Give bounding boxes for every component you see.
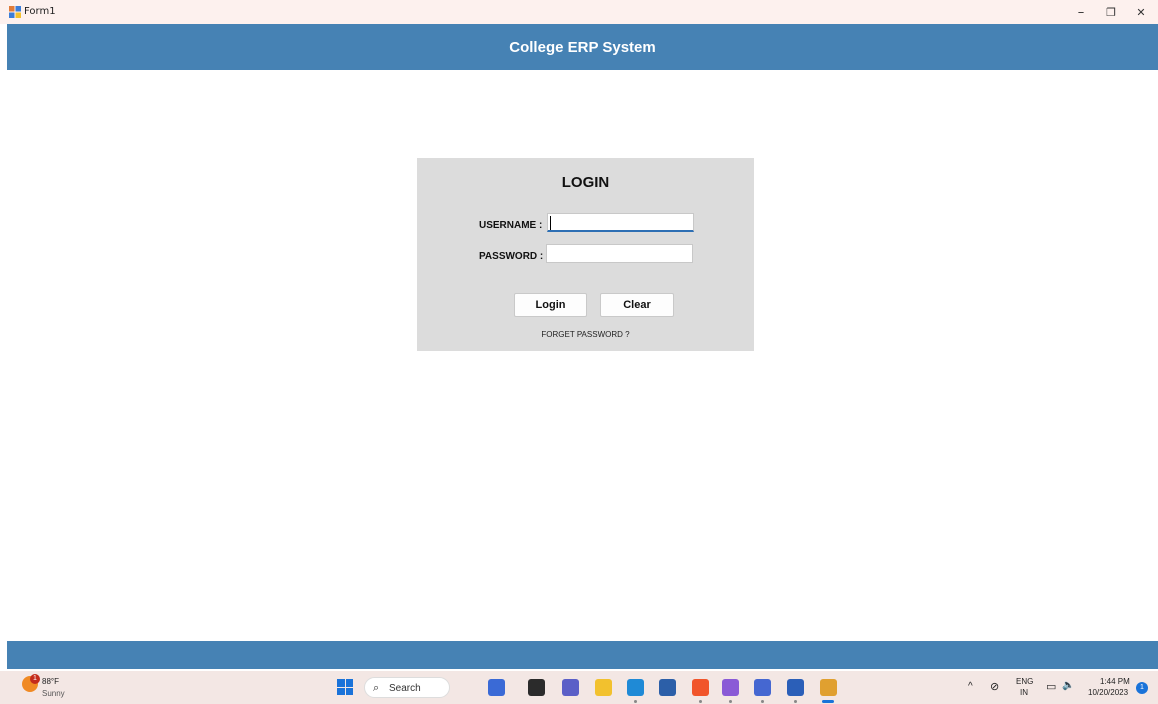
store-icon[interactable] (659, 679, 676, 696)
network-icon[interactable]: ⊘ (990, 680, 999, 693)
running-indicator (634, 700, 637, 703)
running-indicator (822, 700, 834, 703)
username-input[interactable] (547, 213, 694, 232)
form-app-icon (9, 6, 21, 18)
clock-time[interactable]: 1:44 PM (1100, 677, 1130, 686)
search-icon: ⌕ (373, 682, 380, 694)
weather-condition: Sunny (42, 689, 65, 698)
file-explorer-icon[interactable] (595, 679, 612, 696)
running-indicator (729, 700, 732, 703)
display-icon[interactable]: ▭ (1046, 680, 1056, 693)
running-indicator (761, 700, 764, 703)
visual-studio-icon[interactable] (722, 679, 739, 696)
infinity-app-icon[interactable] (754, 679, 771, 696)
app-title: College ERP System (509, 38, 656, 56)
copilot-app-icon[interactable] (488, 679, 505, 696)
password-input[interactable] (546, 244, 693, 263)
weather-temperature: 88°F (42, 677, 59, 686)
taskbar-search[interactable]: ⌕ Search (364, 677, 450, 698)
restore-button[interactable]: ❐ (1098, 0, 1124, 24)
clear-button[interactable]: Clear (600, 293, 674, 317)
volume-icon[interactable]: 🔈 (1062, 680, 1074, 691)
edge-icon[interactable] (627, 679, 644, 696)
taskbar: 1 88°F Sunny ⌕ Search ^ ⊘ ENG IN ▭ 🔈 1:4… (0, 671, 1158, 704)
password-label: PASSWORD : (479, 251, 544, 262)
word-icon[interactable] (787, 679, 804, 696)
app-header: College ERP System (7, 24, 1158, 70)
app-footer-bar (7, 641, 1158, 669)
text-caret (550, 216, 551, 230)
form-app-icon[interactable] (820, 679, 837, 696)
login-button[interactable]: Login (514, 293, 587, 317)
forget-password-link[interactable]: FORGET PASSWORD ? (417, 330, 754, 339)
teams-chat-icon[interactable] (562, 679, 579, 696)
minimize-button[interactable]: – (1068, 0, 1094, 24)
window-title: Form1 (24, 6, 56, 17)
username-label: USERNAME : (479, 220, 543, 231)
running-indicator (794, 700, 797, 703)
brave-icon[interactable] (692, 679, 709, 696)
search-label: Search (389, 683, 421, 694)
window-titlebar: Form1 – ❐ ✕ (0, 0, 1158, 24)
language-bottom[interactable]: IN (1020, 688, 1028, 697)
tray-chevron-icon[interactable]: ^ (968, 681, 973, 692)
login-panel: LOGIN USERNAME : PASSWORD : Login Clear … (417, 158, 754, 351)
weather-alert-badge: 1 (30, 674, 40, 684)
language-top[interactable]: ENG (1016, 677, 1033, 686)
close-button[interactable]: ✕ (1128, 0, 1154, 24)
file-explorer-dark-icon[interactable] (528, 679, 545, 696)
screen: Form1 – ❐ ✕ College ERP System LOGIN USE… (0, 0, 1158, 704)
notification-badge[interactable]: 1 (1136, 682, 1148, 694)
clock-date[interactable]: 10/20/2023 (1088, 688, 1128, 697)
windows-start-icon[interactable] (337, 679, 353, 695)
running-indicator (699, 700, 702, 703)
login-title: LOGIN (561, 174, 610, 191)
